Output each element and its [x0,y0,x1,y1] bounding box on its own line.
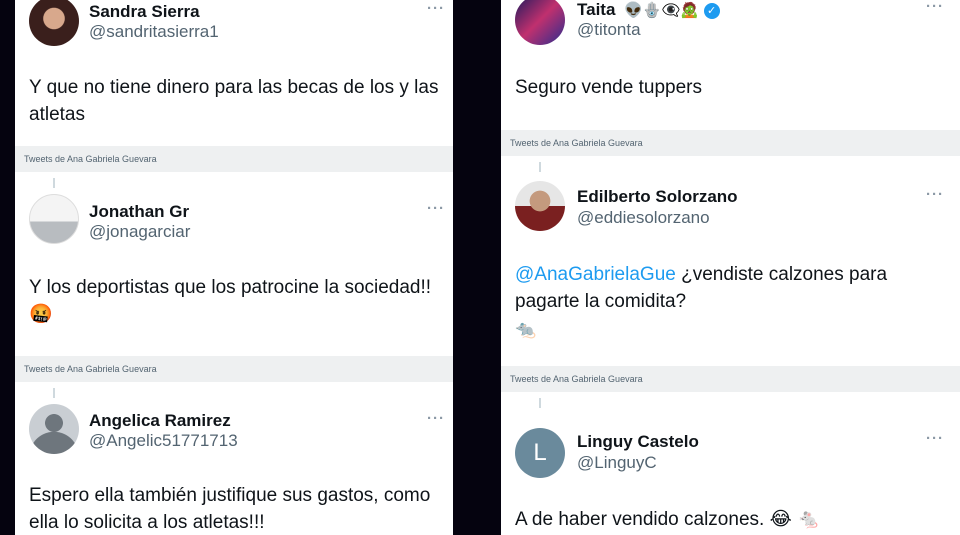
author-handle[interactable]: @LinguyC [577,453,657,473]
avatar[interactable] [29,404,79,454]
author-name[interactable]: Jonathan Gr [89,202,189,222]
author-name[interactable]: Linguy Castelo [577,432,699,452]
tweet-jonathan-gr[interactable]: Jonathan Gr @jonagarciar ··· Y los depor… [15,172,453,356]
author-name[interactable]: Taita 👽🪬👁‍🗨🧟 ✓ [577,0,720,20]
tweet-taita[interactable]: Taita 👽🪬👁‍🗨🧟 ✓ @titonta ··· Seguro vende… [501,0,960,130]
tweet-text: Seguro vende tuppers [515,77,702,98]
author-name[interactable]: Sandra Sierra [89,2,200,22]
avatar[interactable]: L [515,428,565,478]
more-options-icon[interactable]: ··· [926,0,944,15]
tweet-text: Y los deportistas que los patrocine la s… [29,277,432,298]
tweet-linguy-castelo[interactable]: L Linguy Castelo @LinguyC ··· A de haber… [501,392,960,535]
column-separator [453,0,501,535]
thread-header: Tweets de Ana Gabriela Guevara [15,146,453,172]
name-emojis: 👽🪬👁‍🗨🧟 [624,2,699,19]
left-tweet-column: Sandra Sierra @sandritasierra1 ··· Y que… [15,0,453,535]
author-handle[interactable]: @jonagarciar [89,222,190,242]
tweet-body: A de haber vendido calzones. [515,509,765,530]
author-name-text: Taita [577,0,616,19]
author-name[interactable]: Edilberto Solorzano [577,187,738,207]
avatar[interactable] [515,181,565,231]
thread-header: Tweets de Ana Gabriela Guevara [501,130,960,156]
tweet-angelica-ramirez[interactable]: Angelica Ramirez @Angelic51771713 ··· Es… [15,382,453,535]
more-options-icon[interactable]: ··· [427,410,445,427]
more-options-icon[interactable]: ··· [427,0,445,17]
tweet-text: Y que no tiene dinero para las becas de … [29,77,439,125]
more-options-icon[interactable]: ··· [926,430,944,447]
avatar[interactable] [29,194,79,244]
thread-line [53,178,55,188]
author-handle[interactable]: @sandritasierra1 [89,22,219,42]
author-handle[interactable]: @titonta [577,20,641,40]
tweet-text: Espero ella también justifique sus gasto… [29,485,431,533]
mention-link[interactable]: @AnaGabrielaGue [515,264,676,285]
thread-line [539,162,541,172]
avatar-letter: L [533,439,547,466]
angry-face-icon: 🤬 [29,304,53,325]
tweet-text: A de haber vendido calzones. 😂 🐁 [515,506,945,533]
author-name[interactable]: Angelica Ramirez [89,411,231,431]
author-handle[interactable]: @eddiesolorzano [577,208,710,228]
tweet-text: @AnaGabrielaGue ¿vendiste calzones para … [515,261,945,315]
laughing-mouse-icon: 😂 🐁 [769,509,821,530]
more-options-icon[interactable]: ··· [926,186,944,203]
thread-header: Tweets de Ana Gabriela Guevara [501,366,960,392]
verified-badge-icon: ✓ [703,2,720,19]
rat-icon: 🐀 [515,320,537,339]
avatar[interactable] [515,0,565,45]
thread-line [539,398,541,408]
avatar[interactable] [29,0,79,46]
thread-line [53,388,55,398]
more-options-icon[interactable]: ··· [427,200,445,217]
tweet-sandra-sierra[interactable]: Sandra Sierra @sandritasierra1 ··· Y que… [15,0,453,146]
thread-header: Tweets de Ana Gabriela Guevara [15,356,453,382]
tweet-edilberto-solorzano[interactable]: Edilberto Solorzano @eddiesolorzano ··· … [501,156,960,366]
right-tweet-column: Taita 👽🪬👁‍🗨🧟 ✓ @titonta ··· Seguro vende… [501,0,960,535]
author-handle[interactable]: @Angelic51771713 [89,431,238,451]
